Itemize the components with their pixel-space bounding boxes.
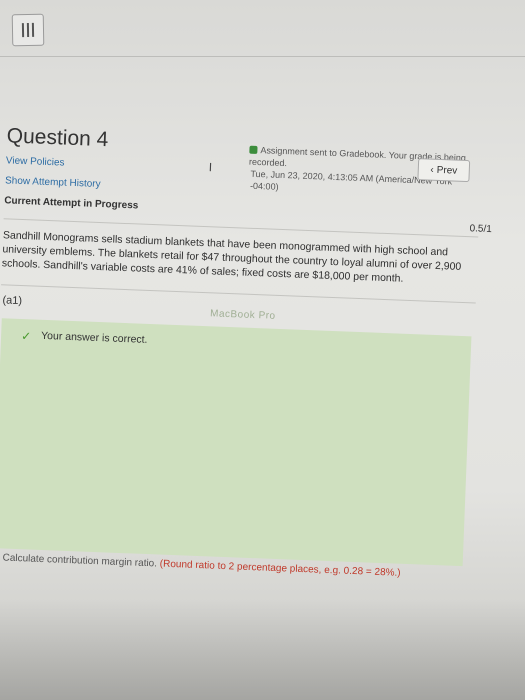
current-attempt-label: Current Attempt in Progress (4, 195, 139, 212)
chevron-left-icon: ‹ (430, 164, 434, 176)
show-attempt-history-link[interactable]: Show Attempt History (5, 175, 101, 190)
main-content: Assignment sent to Gradebook. Your grade… (0, 0, 525, 700)
question-title: Question 4 (6, 124, 109, 152)
bottom-shadow (0, 600, 525, 700)
text-cursor-icon: I (208, 160, 213, 175)
problem-statement: Sandhill Monograms sells stadium blanket… (1, 229, 462, 285)
answer-feedback-box: ✓ Your answer is correct. (0, 318, 472, 567)
prev-button-label: Prev (436, 164, 458, 177)
page: Assignment sent to Gradebook. Your grade… (0, 0, 525, 700)
question-score: 0.5/1 (469, 223, 493, 236)
prev-button[interactable]: ‹ Prev (417, 158, 471, 183)
part-label: (a1) (2, 294, 23, 308)
macbook-watermark: MacBook Pro (209, 308, 276, 322)
checkmark-icon: ✓ (20, 329, 32, 344)
divider (1, 284, 476, 304)
instruction-text: Calculate contribution margin ratio. (2, 552, 158, 570)
answer-feedback-message: Your answer is correct. (40, 329, 148, 346)
check-icon (249, 145, 258, 154)
view-policies-link[interactable]: View Policies (6, 155, 65, 168)
